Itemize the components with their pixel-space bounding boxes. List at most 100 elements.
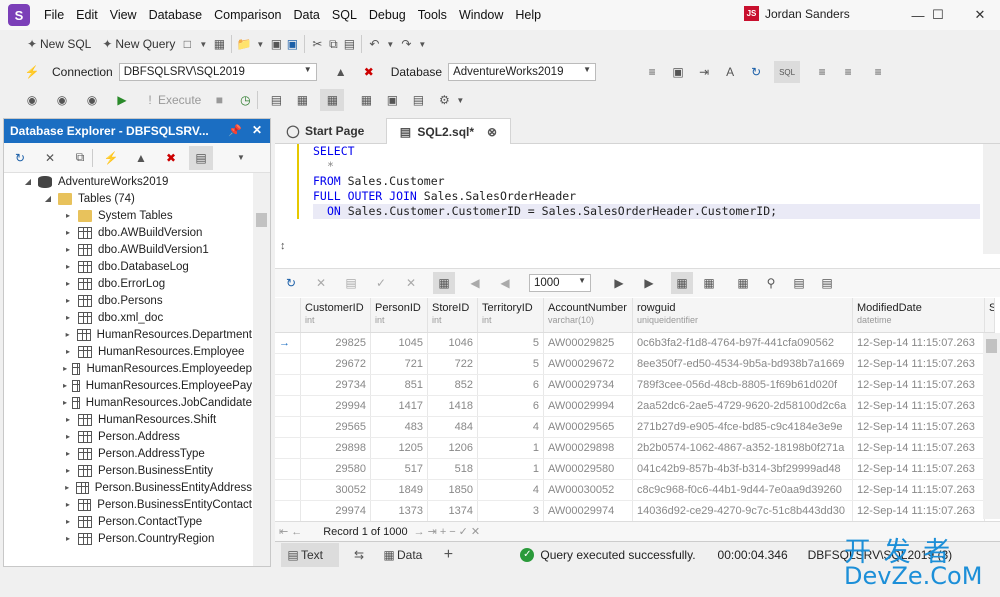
tree-table-item[interactable]: ▸ Person.AddressType (4, 445, 252, 462)
expand-icon[interactable]: ▸ (62, 500, 74, 509)
plan-icon[interactable]: ▦ (294, 92, 310, 108)
table-cell[interactable]: 518 (428, 459, 478, 479)
table-row[interactable]: 30052 1849 1850 4 AW00030052 c8c9c968-f0c6-44… (275, 480, 995, 501)
table-cell[interactable]: 1205 (371, 438, 428, 458)
menu-database[interactable]: Database (143, 8, 209, 22)
menu-debug[interactable]: Debug (363, 8, 412, 22)
tab-start-page[interactable]: ◯ Start Page (275, 118, 374, 144)
table-cell[interactable]: 29974 (301, 501, 371, 521)
expand-icon[interactable]: ▸ (62, 449, 74, 458)
table-cell[interactable]: 2aa52dc6-2ae5-4729-9620-2d58100d2c6a (633, 396, 853, 416)
pin-icon[interactable]: 📌 (228, 124, 242, 137)
table-cell[interactable]: 12-Sep-14 11:15:07.263 (853, 459, 985, 479)
prev-page-icon[interactable]: ◀ (497, 275, 513, 291)
navigator-first-prev-icon[interactable]: ⇤← (279, 525, 305, 538)
table-cell[interactable]: 12-Sep-14 11:15:07.263 (853, 333, 985, 353)
uncomment-icon[interactable]: ≡ (840, 64, 856, 80)
text-view-tab[interactable]: ▤ Text (281, 542, 339, 567)
cancel-icon[interactable]: ✕ (313, 275, 329, 291)
table-row[interactable]: 29565 483 484 4 AW00029565 271b27d9-e905-4fce… (275, 417, 995, 438)
database-select[interactable]: AdventureWorks2019 ▼ (448, 63, 597, 81)
tab-sql2[interactable]: ▤ SQL2.sql* ⊗ (386, 118, 512, 144)
table-cell[interactable]: 4 (478, 480, 544, 500)
table-cell[interactable]: AW00029898 (544, 438, 633, 458)
table-cell[interactable]: 517 (371, 459, 428, 479)
table-cell[interactable]: 30052 (301, 480, 371, 500)
table-cell[interactable]: AW00030052 (544, 480, 633, 500)
expand-icon[interactable]: ▸ (62, 534, 74, 543)
add-icon[interactable]: + (440, 546, 456, 563)
dropdown-arrow-icon[interactable]: ▼ (414, 36, 430, 52)
table-cell[interactable]: 1850 (428, 480, 478, 500)
menu-comparison[interactable]: Comparison (208, 8, 287, 22)
image-icon[interactable]: ▣ (384, 92, 400, 108)
database-icon[interactable]: ◉ (24, 92, 40, 108)
table-cell[interactable]: 29672 (301, 354, 371, 374)
table-cell[interactable]: 1206 (428, 438, 478, 458)
connect-plug-icon[interactable]: ⚡ (24, 64, 40, 80)
disconnect-icon[interactable]: ✖ (163, 150, 179, 166)
expand-icon[interactable]: ▸ (62, 279, 74, 288)
navigator-next-last-icon[interactable]: →⇥+−✓✕ (414, 525, 484, 538)
table-cell[interactable]: AW00029825 (544, 333, 633, 353)
save-icon[interactable]: ▣ (268, 36, 284, 52)
table-view-icon[interactable]: ▦ (671, 272, 693, 294)
tree-table-item[interactable]: ▸ HumanResources.Employeedep (4, 360, 252, 377)
tree-table-item[interactable]: ▸ HumanResources.EmployeePay (4, 377, 252, 394)
tree-table-item[interactable]: ▸ dbo.Persons (4, 292, 252, 309)
tree-table-item[interactable]: ▸ Person.BusinessEntityAddress (4, 479, 252, 496)
table-cell[interactable]: 722 (428, 354, 478, 374)
expand-icon[interactable]: ▸ (62, 313, 74, 322)
expand-icon[interactable]: ▸ (62, 466, 74, 475)
comment-icon[interactable]: ≡ (814, 64, 830, 80)
expand-icon[interactable]: ▸ (62, 432, 74, 441)
tree-table-item[interactable]: ▸ HumanResources.Employee (4, 343, 252, 360)
indent-icon[interactable]: ⇥ (696, 64, 712, 80)
run-icon[interactable]: ▶ (114, 92, 130, 108)
format-icon[interactable]: ≡ (644, 64, 660, 80)
table-cell[interactable]: 721 (371, 354, 428, 374)
dropdown-arrow-icon[interactable]: ▼ (452, 92, 468, 108)
table-row[interactable]: 29580 517 518 1 AW00029580 041c42b9-857b-4b3f… (275, 459, 995, 480)
close-tab-icon[interactable]: ⊗ (484, 124, 500, 140)
tree-table-item[interactable]: ▸ Person.Address (4, 428, 252, 445)
table-cell[interactable]: 484 (428, 417, 478, 437)
pivot-icon[interactable]: ▦ (735, 275, 751, 291)
table-row[interactable]: 29974 1373 1374 3 AW00029974 14036d92-ce29-42… (275, 501, 995, 522)
table-cell[interactable]: 12-Sep-14 11:15:07.263 (853, 501, 985, 521)
grid-scrollbar[interactable] (983, 333, 1000, 519)
discard-icon[interactable]: ✕ (403, 275, 419, 291)
tree-table-item[interactable]: ▸ HumanResources.Department (4, 326, 252, 343)
sql-mode-icon[interactable]: SQL (774, 61, 801, 83)
table-cell[interactable]: 041c42b9-857b-4b3f-b314-3bf29999ad48 (633, 459, 853, 479)
table-cell[interactable]: 1 (478, 438, 544, 458)
new-document-icon[interactable]: □ (179, 36, 195, 52)
outline-icon[interactable]: ▣ (670, 64, 686, 80)
case-icon[interactable]: A (722, 64, 738, 80)
table-cell[interactable]: AW00029974 (544, 501, 633, 521)
table-row[interactable]: 29734 851 852 6 AW00029734 789f3cee-056d-48cb… (275, 375, 995, 396)
dropdown-arrow-icon[interactable]: ▼ (195, 36, 211, 52)
undo-icon[interactable]: ↶ (366, 36, 382, 52)
expand-icon[interactable]: ▸ (62, 381, 68, 390)
table-cell[interactable]: 1374 (428, 501, 478, 521)
expand-icon[interactable]: ▸ (62, 211, 74, 220)
user-account[interactable]: JS Jordan Sanders (744, 6, 850, 21)
edit-icon[interactable]: ▤ (343, 275, 359, 291)
connection-select[interactable]: DBFSQLSRV\SQL2019 ▼ (118, 63, 317, 81)
menu-tools[interactable]: Tools (412, 8, 453, 22)
table-cell[interactable]: 483 (371, 417, 428, 437)
new-connection-icon[interactable]: ⚡ (103, 150, 119, 166)
table-cell[interactable]: 12-Sep-14 11:15:07.263 (853, 354, 985, 374)
table-cell[interactable]: c8c9c968-f0c6-44b1-9d44-7e0aa9d39260 (633, 480, 853, 500)
table-cell[interactable]: 789f3cee-056d-48cb-8805-1f69b61d020f (633, 375, 853, 395)
copy-icon[interactable]: ⧉ (325, 36, 341, 52)
table-cell[interactable]: 29898 (301, 438, 371, 458)
tree-table-item[interactable]: ▸ Person.ContactType (4, 513, 252, 530)
tree-table-item[interactable]: ▸ dbo.xml_doc (4, 309, 252, 326)
table-cell[interactable]: 1373 (371, 501, 428, 521)
table-cell[interactable]: 29994 (301, 396, 371, 416)
table-cell[interactable]: AW00029580 (544, 459, 633, 479)
table-cell[interactable]: 12-Sep-14 11:15:07.263 (853, 396, 985, 416)
table-row[interactable]: 29672 721 722 5 AW00029672 8ee350f7-ed50-4534… (275, 354, 995, 375)
